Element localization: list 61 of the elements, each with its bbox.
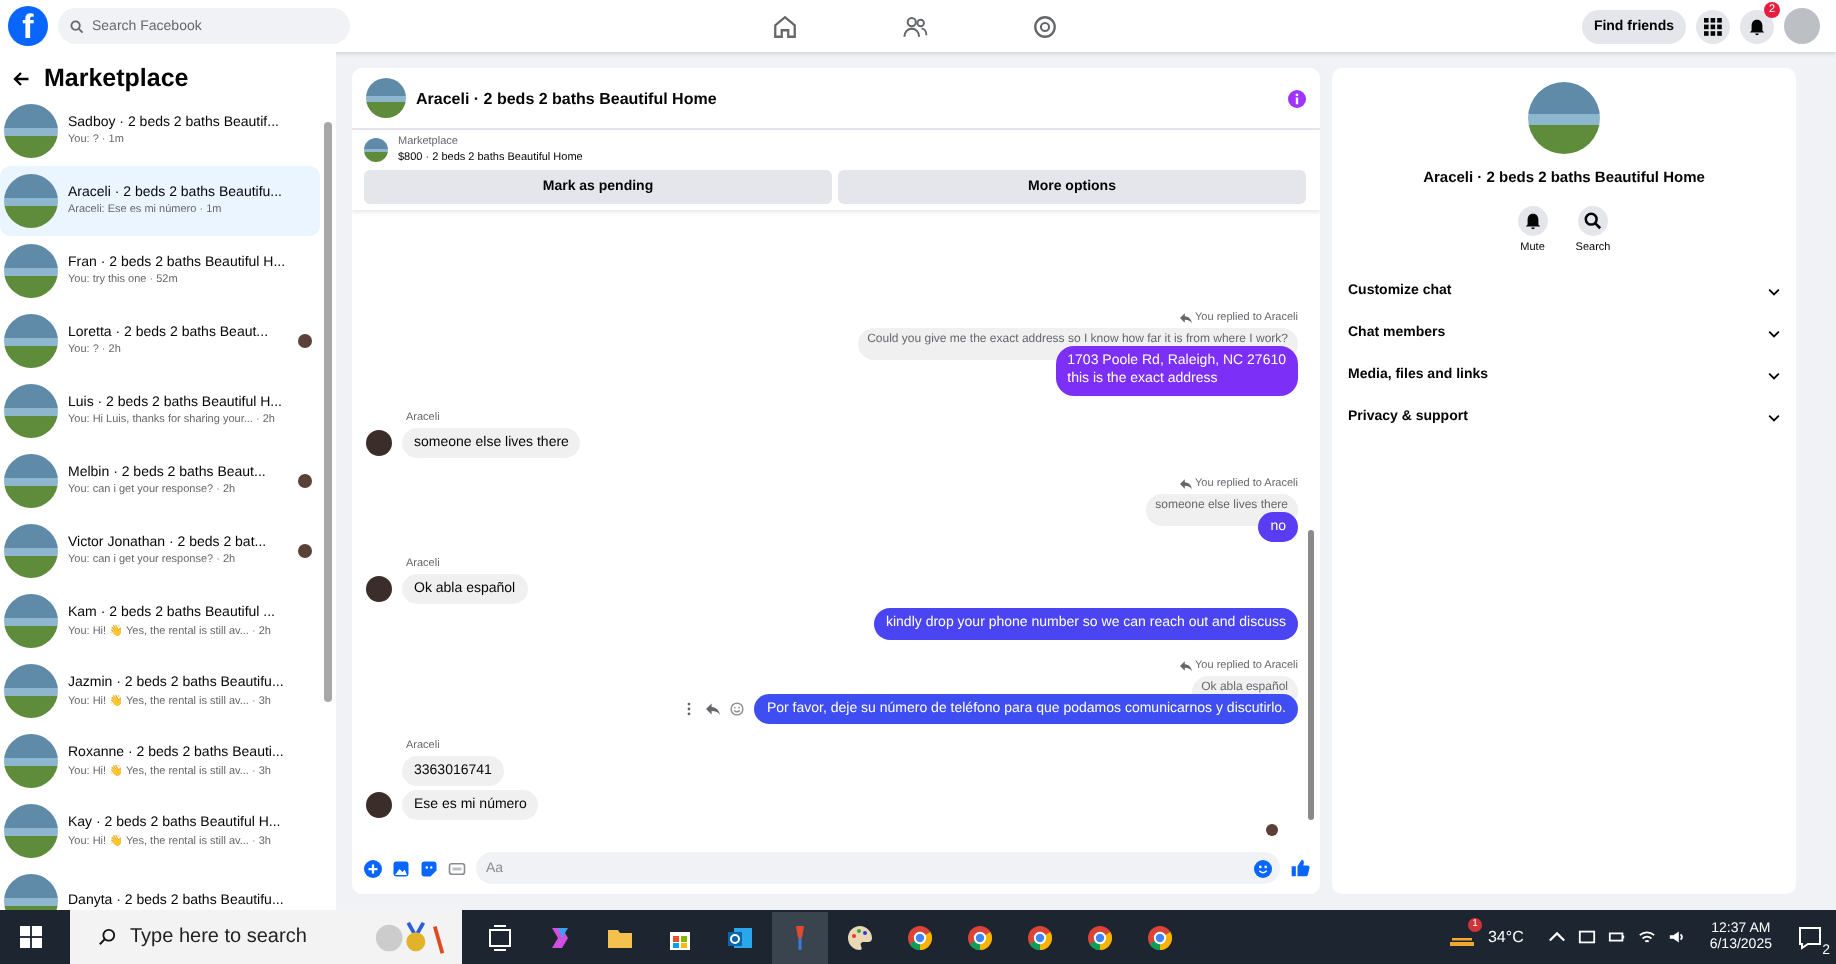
speaker-icon[interactable] [1667, 928, 1686, 946]
paint-palette-icon[interactable] [846, 923, 874, 951]
search-icon [70, 19, 84, 33]
reply-icon [1179, 477, 1192, 490]
chrome-icon[interactable] [906, 923, 934, 951]
people-icon[interactable] [901, 13, 927, 39]
battery-icon[interactable] [1607, 928, 1626, 946]
notifications-button[interactable] [1740, 9, 1774, 43]
grid-icon [1704, 17, 1722, 35]
photo-placeholder [4, 104, 58, 158]
chrome-icon[interactable] [1086, 923, 1114, 951]
photo-placeholder [4, 524, 58, 578]
chrome-icon[interactable] [1026, 923, 1054, 951]
photo-placeholder [1528, 82, 1600, 154]
menu-button[interactable] [1696, 9, 1730, 43]
photo-placeholder [4, 244, 58, 298]
plus-icon[interactable] [364, 859, 382, 877]
gif-icon[interactable] [448, 859, 466, 877]
reply-icon [1179, 311, 1192, 324]
photo-placeholder [366, 78, 406, 118]
temperature[interactable]: 34°C [1487, 928, 1524, 946]
seen-avatar [1266, 824, 1278, 836]
sticker-icon[interactable] [420, 859, 438, 877]
taskbar-search-field[interactable]: Type here to search [70, 910, 462, 964]
photo-placeholder [4, 384, 58, 438]
notification-center-icon[interactable] [1796, 923, 1824, 951]
image-icon[interactable] [392, 859, 410, 877]
chat-title: Araceli · 2 beds 2 baths Beautiful Home [416, 89, 719, 107]
chrome-icon[interactable] [966, 923, 994, 951]
sidebar-title: Marketplace [44, 64, 189, 92]
search-icon [98, 928, 116, 946]
photo-placeholder [4, 314, 58, 368]
facebook-logo[interactable]: f [8, 6, 48, 46]
chrome-icon[interactable] [1146, 923, 1174, 951]
info-icon[interactable] [1288, 89, 1306, 107]
copilot-icon[interactable] [546, 923, 574, 951]
bell-icon [1523, 212, 1542, 230]
bell-icon [1748, 17, 1766, 35]
emoji-icon[interactable] [730, 701, 745, 716]
task-view-icon[interactable] [486, 923, 514, 951]
medal-drawing [374, 921, 450, 953]
photo-placeholder [4, 734, 58, 788]
camera-icon[interactable] [1577, 928, 1596, 946]
photo-placeholder [4, 454, 58, 508]
photo-placeholder [4, 664, 58, 718]
photo-placeholder [4, 174, 58, 228]
search-icon [1584, 212, 1602, 230]
photo-placeholder [4, 594, 58, 648]
chevron-up-icon[interactable] [1547, 928, 1566, 946]
photo-placeholder [364, 138, 388, 162]
outlook-icon[interactable] [726, 923, 754, 951]
active-app-button[interactable] [772, 911, 828, 963]
reply-icon [1179, 659, 1192, 672]
home-icon[interactable] [771, 13, 797, 39]
back-arrow-icon[interactable] [12, 69, 30, 87]
gamepad-icon[interactable] [1031, 13, 1057, 39]
wifi-icon[interactable] [1637, 928, 1656, 946]
emoji-icon[interactable] [1254, 859, 1272, 877]
photo-placeholder [4, 804, 58, 858]
reply-icon[interactable] [706, 701, 721, 716]
thumbs-up-icon[interactable] [1290, 858, 1310, 878]
